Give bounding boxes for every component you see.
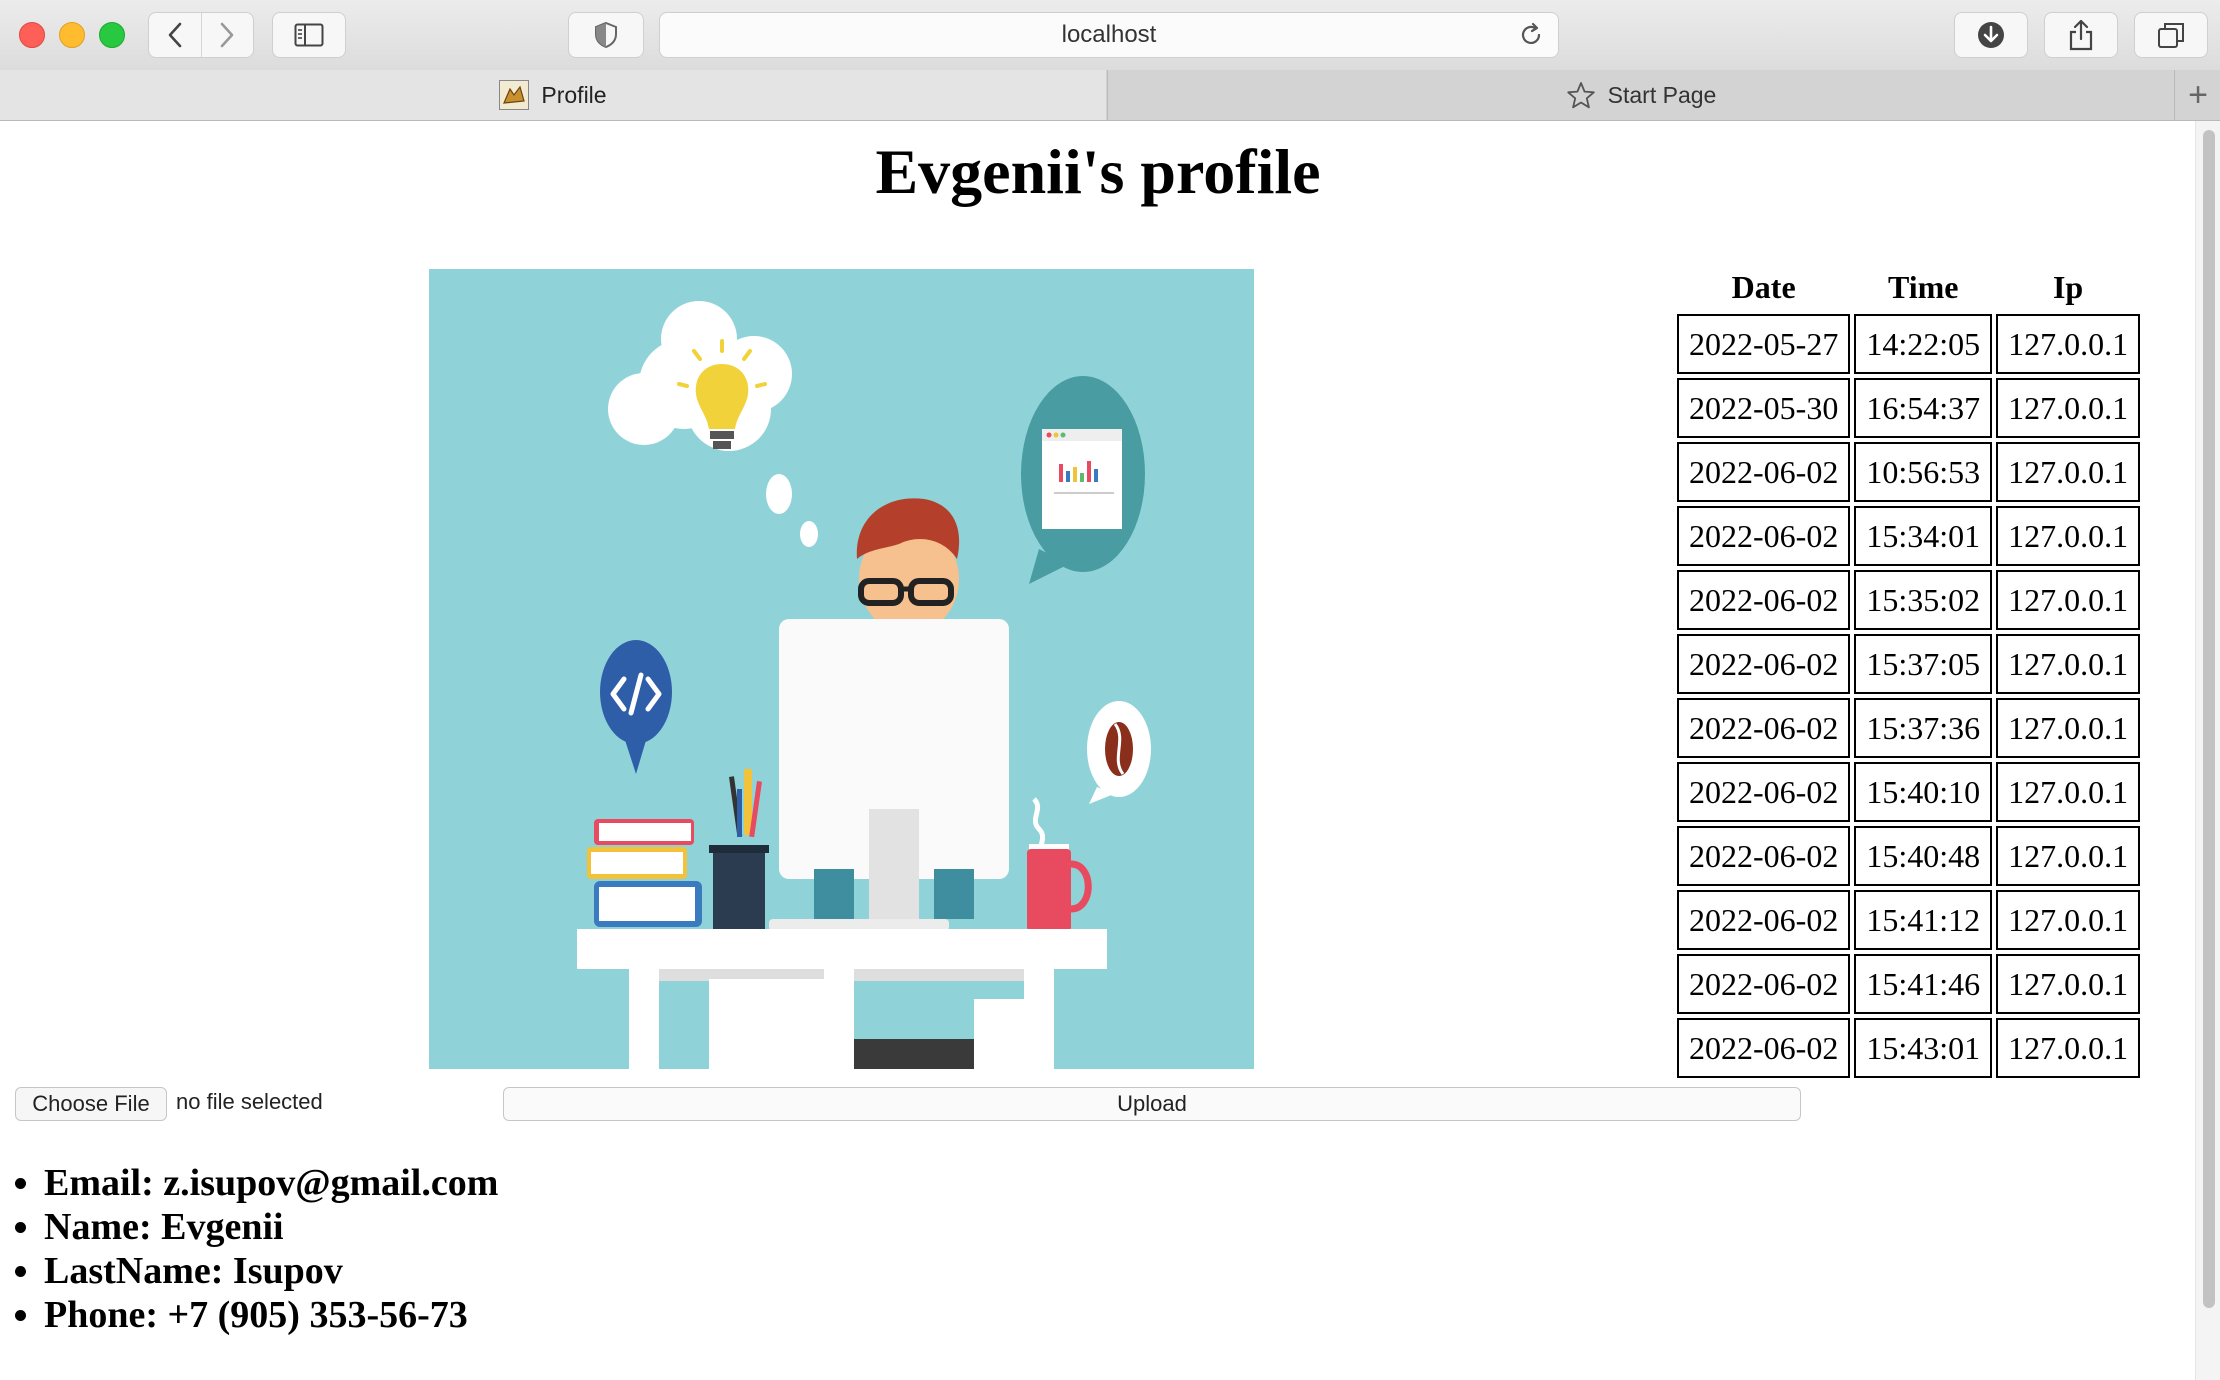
table-row: 2022-06-02 15:43:01 127.0.0.1 (1677, 1018, 2141, 1078)
tab-start-page[interactable]: Start Page (1107, 70, 2174, 120)
new-tab-button[interactable]: + (2174, 70, 2220, 120)
download-icon (1978, 22, 2004, 48)
web-page: Evgenii's profile Date Time Ip 2022-05-2… (0, 121, 2196, 1380)
cell-time: 15:40:10 (1854, 762, 1993, 822)
cell-date: 2022-06-02 (1677, 762, 1851, 822)
table-row: 2022-06-02 15:37:36 127.0.0.1 (1677, 698, 2141, 758)
cell-ip: 127.0.0.1 (1996, 442, 2141, 502)
table-header-row: Date Time Ip (1677, 265, 2140, 310)
chevron-right-icon (220, 22, 234, 48)
cell-ip: 127.0.0.1 (1996, 826, 2141, 886)
column-header-date: Date (1731, 269, 1796, 305)
cell-date: 2022-06-02 (1677, 442, 1851, 502)
cell-time: 15:43:01 (1854, 1018, 1993, 1078)
sidebar-toggle-button[interactable] (272, 12, 346, 58)
page-title: Evgenii's profile (875, 136, 1321, 207)
cell-time: 15:34:01 (1854, 506, 1993, 566)
privacy-report-button[interactable] (568, 12, 644, 58)
address-text: localhost (1061, 21, 1157, 48)
column-header-ip: Ip (2052, 269, 2084, 305)
navigation-buttons (148, 12, 254, 58)
chevron-left-icon (168, 22, 182, 48)
cell-time: 14:22:05 (1854, 314, 1993, 374)
table-row: 2022-06-02 15:40:10 127.0.0.1 (1677, 762, 2141, 822)
tab-label: Profile (541, 81, 607, 108)
developer-illustration (429, 269, 1254, 1069)
cell-ip: 127.0.0.1 (1996, 570, 2141, 630)
back-button[interactable] (149, 13, 201, 57)
tab-profile[interactable]: Profile (0, 70, 1106, 120)
cell-time: 10:56:53 (1854, 442, 1993, 502)
choose-file-button[interactable]: Choose File (15, 1087, 167, 1121)
tab-overview-button[interactable] (2134, 12, 2208, 58)
cell-ip: 127.0.0.1 (1996, 314, 2141, 374)
close-window-button[interactable] (19, 22, 45, 48)
cell-ip: 127.0.0.1 (1996, 954, 2141, 1014)
reload-icon[interactable] (1518, 22, 1544, 48)
cell-date: 2022-06-02 (1677, 826, 1851, 886)
cell-ip: 127.0.0.1 (1996, 1018, 2141, 1078)
cell-time: 15:35:02 (1854, 570, 1993, 630)
cell-ip: 127.0.0.1 (1996, 890, 2141, 950)
cell-time: 15:37:05 (1854, 634, 1993, 694)
cell-date: 2022-06-02 (1677, 570, 1851, 630)
tab-label: Start Page (1607, 81, 1717, 108)
cell-time: 15:40:48 (1854, 826, 1993, 886)
column-header-time: Time (1887, 269, 1959, 305)
cell-time: 16:54:37 (1854, 378, 1993, 438)
cell-date: 2022-06-02 (1677, 1018, 1851, 1078)
share-button[interactable] (2044, 12, 2118, 58)
table-row: 2022-06-02 10:56:53 127.0.0.1 (1677, 442, 2141, 502)
browser-toolbar: localhost (0, 0, 2220, 70)
desk-icon (577, 929, 1107, 1069)
share-icon (2069, 19, 2093, 51)
list-item-phone: Phone: +7 (905) 353-56-73 (44, 1293, 498, 1337)
cell-date: 2022-05-27 (1677, 314, 1851, 374)
tomcat-favicon-icon (499, 80, 530, 110)
table-row: 2022-06-02 15:41:46 127.0.0.1 (1677, 954, 2141, 1014)
cell-ip: 127.0.0.1 (1996, 634, 2141, 694)
cell-ip: 127.0.0.1 (1996, 378, 2141, 438)
books-icon (587, 819, 702, 927)
cell-date: 2022-05-30 (1677, 378, 1851, 438)
zoom-window-button[interactable] (99, 22, 125, 48)
star-icon (1566, 82, 1595, 109)
scrollbar-thumb[interactable] (2203, 130, 2215, 1308)
table-row: 2022-05-27 14:22:05 127.0.0.1 (1677, 314, 2141, 374)
list-item-lastname: LastName: Isupov (44, 1249, 498, 1293)
list-item-email: Email: z.isupov@gmail.com (44, 1161, 498, 1205)
cell-date: 2022-06-02 (1677, 506, 1851, 566)
table-row: 2022-06-02 15:37:05 127.0.0.1 (1677, 634, 2141, 694)
cell-ip: 127.0.0.1 (1996, 762, 2141, 822)
cell-ip: 127.0.0.1 (1996, 698, 2141, 758)
upload-button[interactable]: Upload (503, 1087, 1801, 1121)
cell-time: 15:41:46 (1854, 954, 1993, 1014)
cell-date: 2022-06-02 (1677, 698, 1851, 758)
cell-date: 2022-06-02 (1677, 634, 1851, 694)
list-item-name: Name: Evgenii (44, 1205, 498, 1249)
cell-date: 2022-06-02 (1677, 890, 1851, 950)
plus-icon: + (2188, 75, 2208, 114)
profile-info-list: Email: z.isupov@gmail.com Name: Evgenii … (0, 1161, 498, 1337)
table-row: 2022-06-02 15:34:01 127.0.0.1 (1677, 506, 2141, 566)
cell-time: 15:41:12 (1854, 890, 1993, 950)
forward-button[interactable] (200, 13, 254, 57)
table-row: 2022-06-02 15:41:12 127.0.0.1 (1677, 890, 2141, 950)
downloads-button[interactable] (1954, 12, 2028, 58)
visits-table: Date Time Ip 2022-05-27 14:22:05 127.0.0.1… (1673, 261, 2144, 1082)
tab-bar: Profile Start Page + (0, 70, 2220, 121)
file-status-text: no file selected (176, 1089, 323, 1114)
person-icon (856, 498, 960, 634)
table-row: 2022-06-02 15:35:02 127.0.0.1 (1677, 570, 2141, 630)
cell-date: 2022-06-02 (1677, 954, 1851, 1014)
address-bar[interactable]: localhost (659, 12, 1559, 58)
sidebar-icon (294, 23, 324, 47)
table-row: 2022-05-30 16:54:37 127.0.0.1 (1677, 378, 2141, 438)
minimize-window-button[interactable] (59, 22, 85, 48)
tabs-icon (2158, 23, 2184, 48)
table-row: 2022-06-02 15:40:48 127.0.0.1 (1677, 826, 2141, 886)
cell-time: 15:37:36 (1854, 698, 1993, 758)
cell-ip: 127.0.0.1 (1996, 506, 2141, 566)
shield-icon (595, 21, 617, 49)
